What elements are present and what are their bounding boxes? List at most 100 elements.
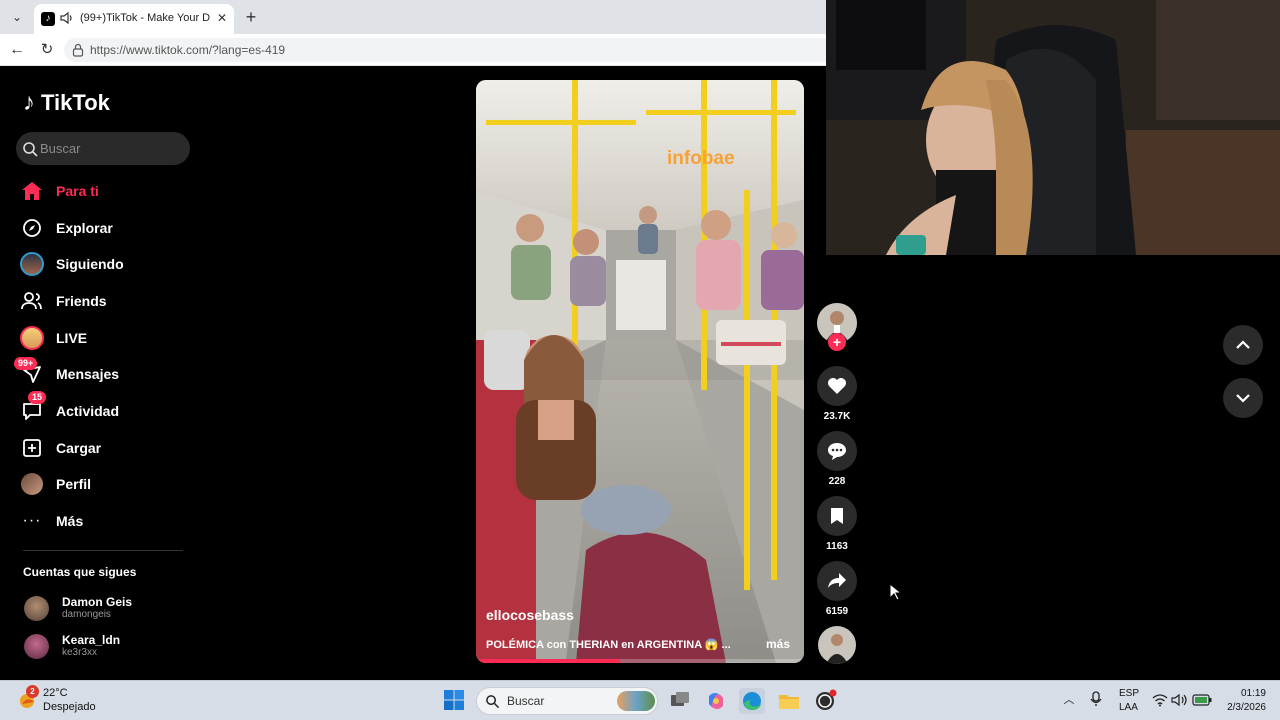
windows-taskbar: 2 22°C Despejado ︿ ESP LAA 01:19 2/3/202… [0,680,1280,720]
taskbar-search[interactable] [476,687,658,715]
nav-item-mas[interactable]: ··· Más [18,504,188,538]
nav-item-actividad[interactable]: 15 Actividad [18,391,188,428]
sound-disc-avatar[interactable] [818,626,856,664]
nav-label: Explorar [56,220,113,236]
video-progress-fill [476,659,621,663]
search-box[interactable] [16,132,190,165]
new-tab-icon[interactable]: + [240,6,262,28]
nav-label: Para ti [56,183,99,199]
browser-tab[interactable]: ♪ (99+)TikTok - Make Your Day ✕ [34,4,234,34]
logo-text: TikTok [41,90,110,115]
show-hidden-icons-chevron-icon[interactable]: ︿ [1062,691,1076,706]
following-name: Damon Geis [62,595,133,609]
compass-icon [18,214,46,242]
share-count: 6159 [825,606,849,617]
nav-item-explorar[interactable]: Explorar [18,211,188,245]
task-view-icon[interactable] [667,688,693,714]
nav-item-friends[interactable]: Friends [18,284,188,318]
nav-label: Siguiendo [56,256,124,272]
nav-item-live[interactable]: LIVE [18,321,188,355]
video-author[interactable]: ellocosebass [486,607,574,623]
taskbar-search-input[interactable] [507,688,617,714]
obs-recording-icon[interactable] [812,688,838,714]
share-action[interactable]: 6159 [816,561,858,617]
activity-badge: 15 [28,391,47,404]
browser-tab-bar: ⌄ ♪ (99+)TikTok - Make Your Day ✕ + [0,0,826,34]
search-icon [486,695,500,709]
copilot-icon[interactable] [703,688,729,714]
reload-icon[interactable]: ↻ [36,39,58,61]
clock-time[interactable]: 01:19 [1226,688,1266,699]
nav-item-para-ti[interactable]: Para ti [18,174,188,208]
nav-label: Actividad [56,403,120,419]
nav-item-mensajes[interactable]: 99+ Mensajes [14,357,188,391]
video-player[interactable]: infobae ellocosebass POLÉMICA con THERIA… [476,80,804,663]
edge-browser-icon[interactable] [739,688,765,714]
webcam-feed [826,0,1280,255]
weather-temperature[interactable]: 22°C [43,687,68,699]
weather-badge: 2 [26,685,39,698]
nav-label: Mensajes [56,366,120,382]
tiktok-note-icon: ♪ [23,89,35,116]
close-tab-icon[interactable]: ✕ [214,10,230,26]
following-handle: damongeis [62,609,111,620]
comment-icon[interactable] [817,431,857,471]
video-frame [476,80,804,663]
keyboard-layout[interactable]: LAA [1119,702,1138,713]
search-icon[interactable] [22,141,38,157]
nav-label: Más [56,513,84,529]
microphone-icon[interactable] [1089,691,1103,707]
previous-video-button[interactable] [1223,325,1263,365]
nav-label: Friends [56,293,107,309]
more-icon: ··· [22,512,42,529]
following-avatar-icon [18,250,46,278]
video-progress-bar[interactable] [476,659,804,663]
messages-icon: 99+ [14,357,46,388]
audio-playing-icon[interactable] [60,11,74,27]
messages-badge: 99+ [14,357,38,370]
file-explorer-icon[interactable] [776,688,802,714]
tab-list-dropdown-icon[interactable]: ⌄ [6,7,28,27]
url-field[interactable]: https://www.tiktok.com/?lang=es-419 [64,38,826,62]
chevron-up-icon [1236,340,1250,349]
tiktok-logo[interactable]: ♪ TikTok [23,87,110,119]
follow-plus-icon[interactable]: + [828,333,846,351]
chevron-down-icon [1236,394,1250,403]
clock-date[interactable]: 2/3/2026 [1220,702,1266,713]
back-arrow-icon[interactable]: ← [6,39,28,61]
nav-item-siguiendo[interactable]: Siguiendo [18,247,188,281]
comment-action[interactable]: 228 [816,431,858,487]
save-action[interactable]: 1163 [816,496,858,552]
activity-icon: 15 [18,391,47,425]
following-account-item[interactable]: Damon Geis damongeis [24,592,132,624]
nav-item-perfil[interactable]: Perfil [18,467,188,501]
volume-icon[interactable] [1171,693,1187,707]
url-text: https://www.tiktok.com/?lang=es-419 [90,43,286,57]
keyboard-language[interactable]: ESP [1119,688,1139,699]
like-count: 23.7K [823,411,851,422]
caption-more-link[interactable]: más [766,637,790,651]
nav-label: Cargar [56,440,102,456]
profile-avatar-icon [18,470,46,498]
search-input[interactable] [40,132,180,165]
heart-icon[interactable] [817,366,857,406]
nav-item-cargar[interactable]: Cargar [18,431,188,465]
bookmark-icon[interactable] [817,496,857,536]
avatar [24,633,49,659]
mouse-cursor-icon [889,583,901,601]
nav-divider [23,550,183,551]
windows-start-icon[interactable] [444,690,464,710]
share-icon[interactable] [817,561,857,601]
wifi-icon[interactable] [1152,693,1168,707]
search-highlight-image [617,691,655,711]
next-video-button[interactable] [1223,378,1263,418]
like-action[interactable]: 23.7K [816,366,858,422]
following-account-item[interactable]: Keara_ldn ke3r3xx [24,630,120,662]
following-handle: ke3r3xx [62,647,98,658]
upload-icon [18,434,46,462]
friends-icon [18,287,46,315]
battery-charging-icon[interactable] [1192,694,1212,706]
weather-condition[interactable]: Despejado [43,701,96,713]
tiktok-favicon-icon: ♪ [41,12,55,26]
avatar [24,595,49,621]
